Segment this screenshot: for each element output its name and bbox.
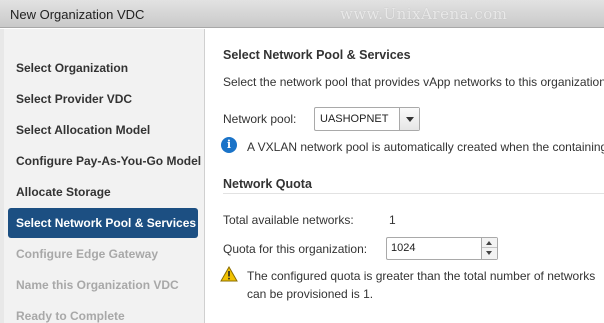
step-select-network-pool[interactable]: Select Network Pool & Services [8,208,198,238]
quota-label: Quota for this organization: [223,242,368,256]
stepper-arrows [481,238,497,259]
step-select-organization[interactable]: Select Organization [8,53,198,83]
step-select-provider-vdc[interactable]: Select Provider VDC [8,84,198,114]
total-networks-value: 1 [389,213,396,227]
dialog-titlebar: New Organization VDC www.UnixArena.com [0,0,604,28]
network-pool-value: UASHOPNET [320,113,389,125]
watermark: www.UnixArena.com [340,5,508,23]
step-select-allocation-model[interactable]: Select Allocation Model [8,115,198,145]
chevron-down-icon[interactable] [399,108,419,130]
info-icon: i [221,137,237,153]
section-divider [223,193,604,194]
stepper-down-icon[interactable] [482,248,497,258]
page-description: Select the network pool that provides vA… [223,75,604,89]
step-allocate-storage[interactable]: Allocate Storage [8,177,198,207]
step-ready-to-complete: Ready to Complete [16,309,125,323]
warning-icon [220,266,238,282]
quota-stepper[interactable]: 1024 [386,237,498,260]
network-quota-heading: Network Quota [223,177,312,191]
page-heading: Select Network Pool & Services [223,48,411,62]
warning-text-line1: The configured quota is greater than the… [247,269,596,283]
quota-input[interactable]: 1024 [391,242,415,254]
network-pool-select[interactable]: UASHOPNET [314,107,420,131]
step-configure-edge-gateway: Configure Edge Gateway [16,247,159,261]
wizard-steps-sidebar: Select Organization Select Provider VDC … [0,29,205,323]
info-text: A VXLAN network pool is automatically cr… [247,140,604,154]
step-configure-pay-as-you-go[interactable]: Configure Pay-As-You-Go Model [8,146,201,176]
stepper-up-icon[interactable] [482,238,497,248]
total-networks-label: Total available networks: [223,213,354,227]
network-pool-label: Network pool: [223,112,297,126]
warning-text-line2: can be provisioned is 1. [247,287,374,301]
step-name-org-vdc: Name this Organization VDC [16,278,179,292]
main-panel: Select Network Pool & Services Select th… [206,29,604,323]
dialog-title: New Organization VDC [10,7,145,22]
